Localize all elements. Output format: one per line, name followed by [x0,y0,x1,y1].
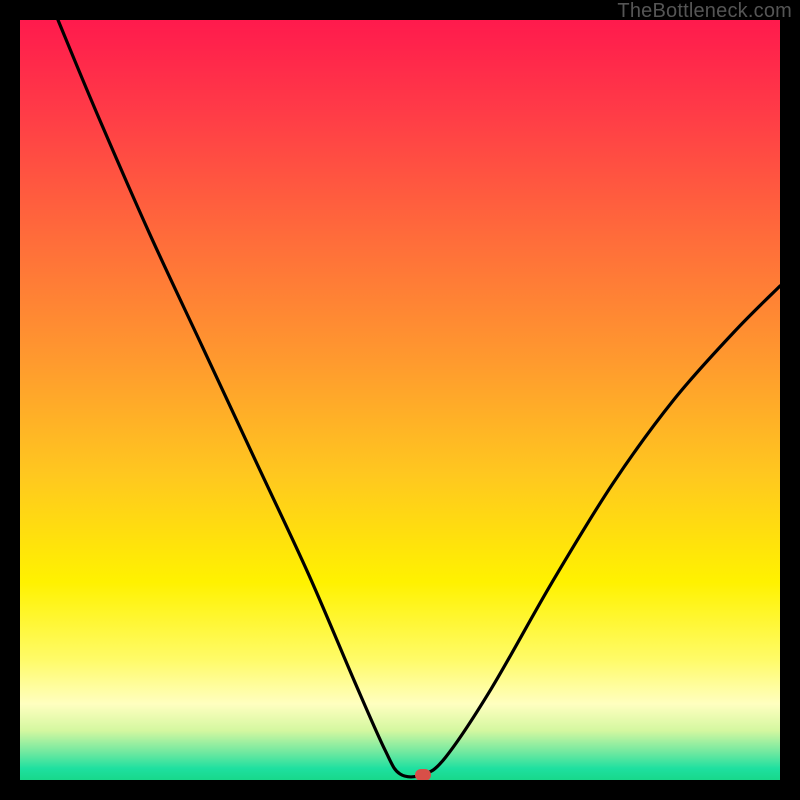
bottleneck-curve [20,20,780,780]
chart-frame: TheBottleneck.com [0,0,800,800]
optimal-point-marker [415,769,431,780]
plot-area [20,20,780,780]
watermark-text: TheBottleneck.com [617,0,792,23]
